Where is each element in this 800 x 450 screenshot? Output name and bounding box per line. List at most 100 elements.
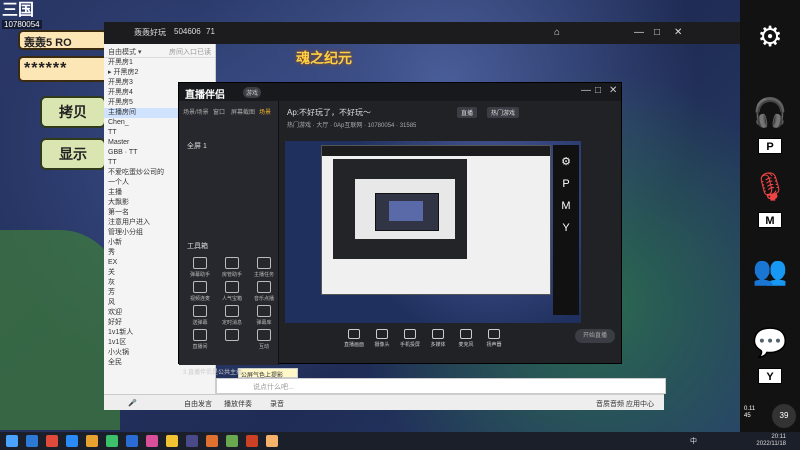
show-button[interactable]: 显示 <box>40 138 106 170</box>
tool-item[interactable]: 互动 <box>249 329 279 350</box>
settings-icon[interactable]: ⚙ <box>750 20 790 53</box>
app-icon-5[interactable] <box>146 435 158 447</box>
control-icon <box>460 329 472 339</box>
tool-item[interactable]: 送弹幕 <box>185 305 215 326</box>
tool-item[interactable]: 房管助手 <box>217 257 247 278</box>
app-titlebar: 直播伴侣 游戏 — □ ✕ <box>179 83 621 101</box>
tool-icon <box>257 281 271 293</box>
chat-footer-bar: 🎤 自由发言 播放伴奏 录音 音质音频 应用中心 <box>104 394 664 410</box>
players-icon[interactable]: 👥 <box>750 254 790 287</box>
tool-icon <box>225 305 239 317</box>
app-icon-3[interactable] <box>86 435 98 447</box>
audio-quality-button[interactable]: 音质音频 <box>596 399 624 409</box>
mic-icon[interactable]: 🎤 <box>128 399 137 407</box>
scene-item[interactable]: 全屏 1 <box>187 141 207 151</box>
tool-item[interactable]: 人气宝箱 <box>217 281 247 302</box>
tool-item[interactable]: 定时消息 <box>217 305 247 326</box>
chat-bubble-icon[interactable]: 💬 <box>750 326 790 359</box>
chat-row[interactable]: ▸ 开黑房2 <box>104 68 215 78</box>
tray-ime[interactable]: 中 <box>690 436 697 446</box>
app-maximize-icon[interactable]: □ <box>595 85 601 96</box>
tool-icon <box>257 329 271 341</box>
copy-button[interactable]: 拷贝 <box>40 96 106 128</box>
minimize-icon[interactable]: — <box>634 27 644 38</box>
tool-icon <box>193 257 207 269</box>
tools-title: 工具箱 <box>187 243 208 250</box>
start-live-button[interactable]: 开始直播 <box>575 329 615 343</box>
download-speed: 45 <box>744 413 751 419</box>
key-m: M <box>758 212 782 228</box>
outer-window-titlebar: 轰轰好玩 504606 71 ⌂ — □ ✕ <box>104 22 740 44</box>
home-icon[interactable]: ⌂ <box>554 27 560 38</box>
public-notice: 公屏气色上提影 <box>238 368 298 379</box>
app-close-icon[interactable]: ✕ <box>609 85 617 96</box>
search-icon[interactable] <box>26 435 38 447</box>
control-label: 手机投屏 <box>399 342 420 348</box>
app-center-button[interactable]: 应用中心 <box>626 399 654 409</box>
tool-item[interactable] <box>217 329 247 343</box>
mode-select[interactable]: 自由模式 ▾ <box>108 49 141 56</box>
preview-side-controls: ⚙ P M Y <box>553 145 579 315</box>
tool-icon <box>225 257 239 269</box>
control-icon <box>348 329 360 339</box>
close-icon[interactable]: ✕ <box>674 27 682 38</box>
control-button[interactable]: 多媒体 <box>423 329 453 348</box>
tool-item[interactable]: 弹幕助手 <box>185 257 215 278</box>
app-icon-1[interactable] <box>46 435 58 447</box>
app-icon-4[interactable] <box>126 435 138 447</box>
free-speak-button[interactable]: 自由发言 <box>184 399 212 409</box>
music-button[interactable]: 播放伴奏 <box>224 399 252 409</box>
tool-item[interactable]: 音乐点播 <box>249 281 279 302</box>
room-label: 轰轰5 RO <box>18 30 108 50</box>
tool-item[interactable]: 视频连麦 <box>185 281 215 302</box>
key-y: Y <box>758 368 782 384</box>
chat-row[interactable]: 开黑房1 <box>104 58 215 68</box>
tool-label: 音乐点播 <box>253 296 274 302</box>
app-icon-9[interactable] <box>226 435 238 447</box>
maximize-icon[interactable]: □ <box>654 27 660 38</box>
tab-screenshot[interactable]: 屏幕截图 <box>231 107 255 116</box>
app-icon-6[interactable] <box>166 435 178 447</box>
tool-label: 弹幕库 <box>256 320 272 326</box>
password-field[interactable]: ****** <box>18 56 110 82</box>
stream-preview[interactable]: ⚙ P M Y <box>285 141 581 323</box>
tab-window[interactable]: 窗口 <box>213 107 225 116</box>
app-icon-10[interactable] <box>246 435 258 447</box>
control-button[interactable]: 直播画面 <box>339 329 369 348</box>
app-icon-2[interactable] <box>66 435 78 447</box>
start-icon[interactable] <box>6 435 18 447</box>
tab-scene[interactable]: 场景/场景 <box>183 107 209 116</box>
game-grass <box>0 230 120 430</box>
headphones-icon[interactable]: 🎧 <box>750 96 790 129</box>
wechat-icon[interactable] <box>106 435 118 447</box>
chat-panel-header: 自由模式 ▾ 房间入口已读 <box>104 44 215 58</box>
category-pill[interactable]: 热门游戏 <box>487 107 520 118</box>
preview-gear-icon: ⚙ <box>561 156 571 168</box>
tool-item[interactable]: 主播任务 <box>249 257 279 278</box>
app-icon-11[interactable] <box>266 435 278 447</box>
app-icon-8[interactable] <box>206 435 218 447</box>
room-subinfo: 热门游戏 · 大厅 · 0Ap互联网 · 10780054 · 31585 <box>287 123 417 129</box>
control-button[interactable]: 扬声器 <box>479 329 509 348</box>
mic-muted-icon[interactable]: 🎙 <box>750 170 790 203</box>
live-pill[interactable]: 直播 <box>457 107 478 118</box>
preview-key-y: Y <box>562 222 570 234</box>
tool-icon <box>257 305 271 317</box>
app-minimize-icon[interactable]: — <box>581 85 591 96</box>
app-left-panel: 场景/场景 窗口 屏幕截图 场景 全屏 1 工具箱 弹幕助手 房管助手 主播任务视频… <box>179 101 279 376</box>
tab-active[interactable]: 场景 <box>259 107 271 116</box>
app-icon-7[interactable] <box>186 435 198 447</box>
tool-icon <box>193 329 207 341</box>
chat-input[interactable]: 说点什么吧... <box>216 378 666 394</box>
room-number: 504606 <box>174 27 201 36</box>
control-button[interactable]: 麦克风 <box>451 329 481 348</box>
record-button[interactable]: 录音 <box>270 399 284 409</box>
tool-item[interactable]: 直播间 <box>185 329 215 350</box>
preview-key-p: P <box>562 178 570 190</box>
control-button[interactable]: 摄像头 <box>367 329 397 348</box>
game-logo: 三国 <box>2 0 35 19</box>
control-icon <box>404 329 416 339</box>
control-button[interactable]: 手机投屏 <box>395 329 425 348</box>
tool-item[interactable]: 弹幕库 <box>249 305 279 326</box>
control-icon <box>376 329 388 339</box>
